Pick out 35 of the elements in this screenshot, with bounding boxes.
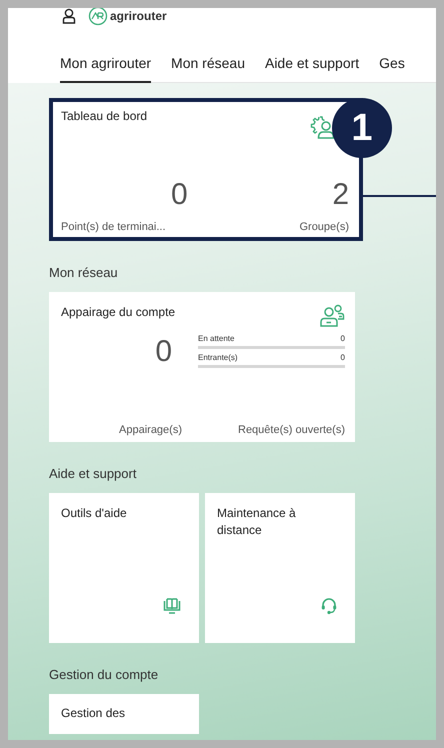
users-icon [319,304,345,328]
section-title: Aide et support [49,466,138,481]
logo-icon [88,8,108,26]
tile-card[interactable]: Gestion des [49,694,199,734]
stat-label: Appairage(s) [118,424,183,436]
stat-label: Requête(s) ouverte(s) [237,424,345,436]
request-count: 0 [340,353,345,362]
pairing-count: 0 [155,334,172,370]
nav-tab[interactable]: Ges [379,55,405,83]
user-icon[interactable] [62,8,76,24]
card-title: Gestion des [61,706,126,720]
request-label: En attente [198,334,234,343]
stat-label: Point(s) de terminai... [61,221,166,233]
pairing-card[interactable]: Appairage du compte 0 En attente 0 Entrante(s) 0 Appairage(s) Requête(s) ouverte(s) [49,292,355,442]
callout-badge: 1 [332,98,392,158]
tile-card[interactable]: Maintenance à distance [205,493,355,643]
request-count: 0 [340,334,345,343]
card-title: Maintenance à distance [217,505,297,540]
card-title: Tableau de bord [61,108,148,125]
card-title: Appairage du compte [61,304,176,321]
request-label: Entrante(s) [198,353,238,362]
section-title: Gestion du compte [49,667,160,682]
stat-label: Groupe(s) [299,221,349,233]
card-title: Outils d'aide [61,505,128,522]
logo-text: agrirouter [110,9,167,23]
stat-value: 0 [170,177,188,213]
nav-tab[interactable]: Mon agrirouter [60,55,152,83]
headset-icon [321,597,337,615]
stat-value: 2 [332,177,349,213]
gear-person-icon [309,114,335,140]
nav-tab[interactable]: Aide et support [264,55,360,83]
book-monitor-icon [163,597,181,615]
section-title: Mon réseau [49,265,119,280]
nav-tab[interactable]: Mon réseau [171,55,245,83]
tile-card[interactable]: Outils d'aide [49,493,199,643]
